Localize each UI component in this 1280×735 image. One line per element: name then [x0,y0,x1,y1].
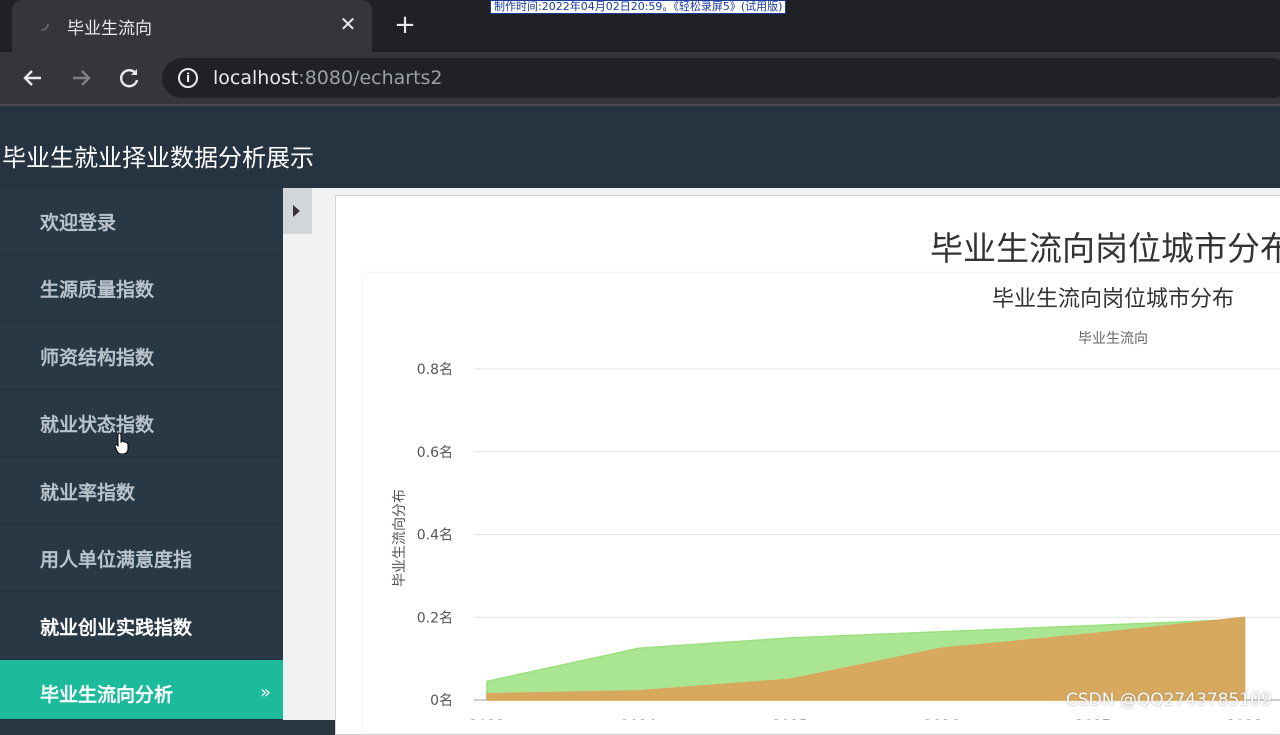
y-tick-label: 0.6名 [417,445,453,461]
sidebar-item-label: 用人单位满意度指 [40,549,193,571]
main-content: 毕业生流向岗位城市分布 毕业生流向岗位城市分布毕业生流向 0.8名 0.6名 0.4名… [283,188,1280,735]
y-axis-label: 毕业生流向分布 [392,489,408,587]
site-info-icon[interactable]: i [178,68,198,88]
recording-banner: 制作时间:2022年04月02日20:59。《轻松录屏5》(试用版) [490,0,787,14]
page-title: 毕业生就业择业数据分析展示 [2,144,314,172]
chart-card: 毕业生流向岗位城市分布毕业生流向 0.8名 0.6名 0.4名 0.2名 0名 毕业生流向分… [363,273,1280,733]
reload-button[interactable] [115,64,143,92]
y-tick-label: 0.8名 [417,362,453,378]
chart-subtitle: 毕业生流向 [1078,331,1148,347]
chart-title: 毕业生流向岗位城市分布 [992,287,1234,312]
area-chart: 毕业生流向岗位城市分布毕业生流向 0.8名 0.6名 0.4名 0.2名 0名 毕业生流向分… [392,287,1280,720]
arrow-left-icon [23,70,41,86]
browser-toolbar: i localhost:8080/echarts2 [0,52,1280,104]
reload-icon [120,69,139,88]
sidebar-item-label: 就业率指数 [40,482,136,504]
address-bar[interactable]: i localhost:8080/echarts2 [162,58,1280,98]
sidebar-item-label: 就业创业实践指数 [40,617,193,639]
arrow-right-icon [73,70,91,86]
new-tab-button[interactable]: + [392,12,418,38]
sidebar-item-label: 师资结构指数 [40,347,155,369]
sidebar-item-label: 欢迎登录 [40,212,117,234]
tab-close-icon[interactable]: ✕ [336,12,360,36]
sidebar-item-label: 毕业生流向分析 [40,684,174,706]
sidebar-item-welcome-login[interactable]: 欢迎登录 [0,188,283,255]
sidebar-item-label: 就业状态指数 [40,414,155,436]
page-favicon-icon [35,17,49,31]
sidebar-item-employment-rate[interactable]: 就业率指数 [0,458,283,525]
browser-tabbar: 毕业生流向 ✕ + 制作时间:2022年04月02日20:59。《轻松录屏5》(… [0,0,1280,52]
hand-cursor-icon [114,432,129,454]
watermark: CSDN @QQ2743785109 [1066,690,1272,710]
sidebar-toggle-button[interactable] [283,188,312,234]
caret-right-icon [293,205,300,217]
sidebar-item-employer-satisfaction[interactable]: 用人单位满意度指 [0,525,283,592]
sidebar: 欢迎登录 生源质量指数 师资结构指数 就业状态指数 就业率指数 用人单位满意度指… [0,188,283,720]
sidebar-item-faculty-structure[interactable]: 师资结构指数 [0,323,283,390]
panel-heading: 毕业生流向岗位城市分布 [930,229,1280,268]
forward-button[interactable] [67,64,95,92]
sidebar-item-graduate-flow[interactable]: 毕业生流向分析 » [0,660,283,720]
chevron-right-icon: » [259,682,271,703]
sidebar-item-label: 生源质量指数 [40,279,155,301]
y-tick-label: 0.2名 [417,610,453,626]
y-tick-label: 0.4名 [417,528,453,544]
tab-title: 毕业生流向 [67,19,152,39]
back-button[interactable] [19,64,47,92]
url-text: localhost:8080/echarts2 [213,67,443,89]
browser-tab[interactable]: 毕业生流向 ✕ [12,0,372,52]
page-header: 毕业生就业择业数据分析展示 [0,106,1280,188]
sidebar-item-employment-status[interactable]: 就业状态指数 [0,390,283,457]
y-tick-label: 0名 [430,693,453,709]
sidebar-item-student-quality[interactable]: 生源质量指数 [0,255,283,322]
sidebar-item-entrepreneurship[interactable]: 就业创业实践指数 [0,593,283,660]
